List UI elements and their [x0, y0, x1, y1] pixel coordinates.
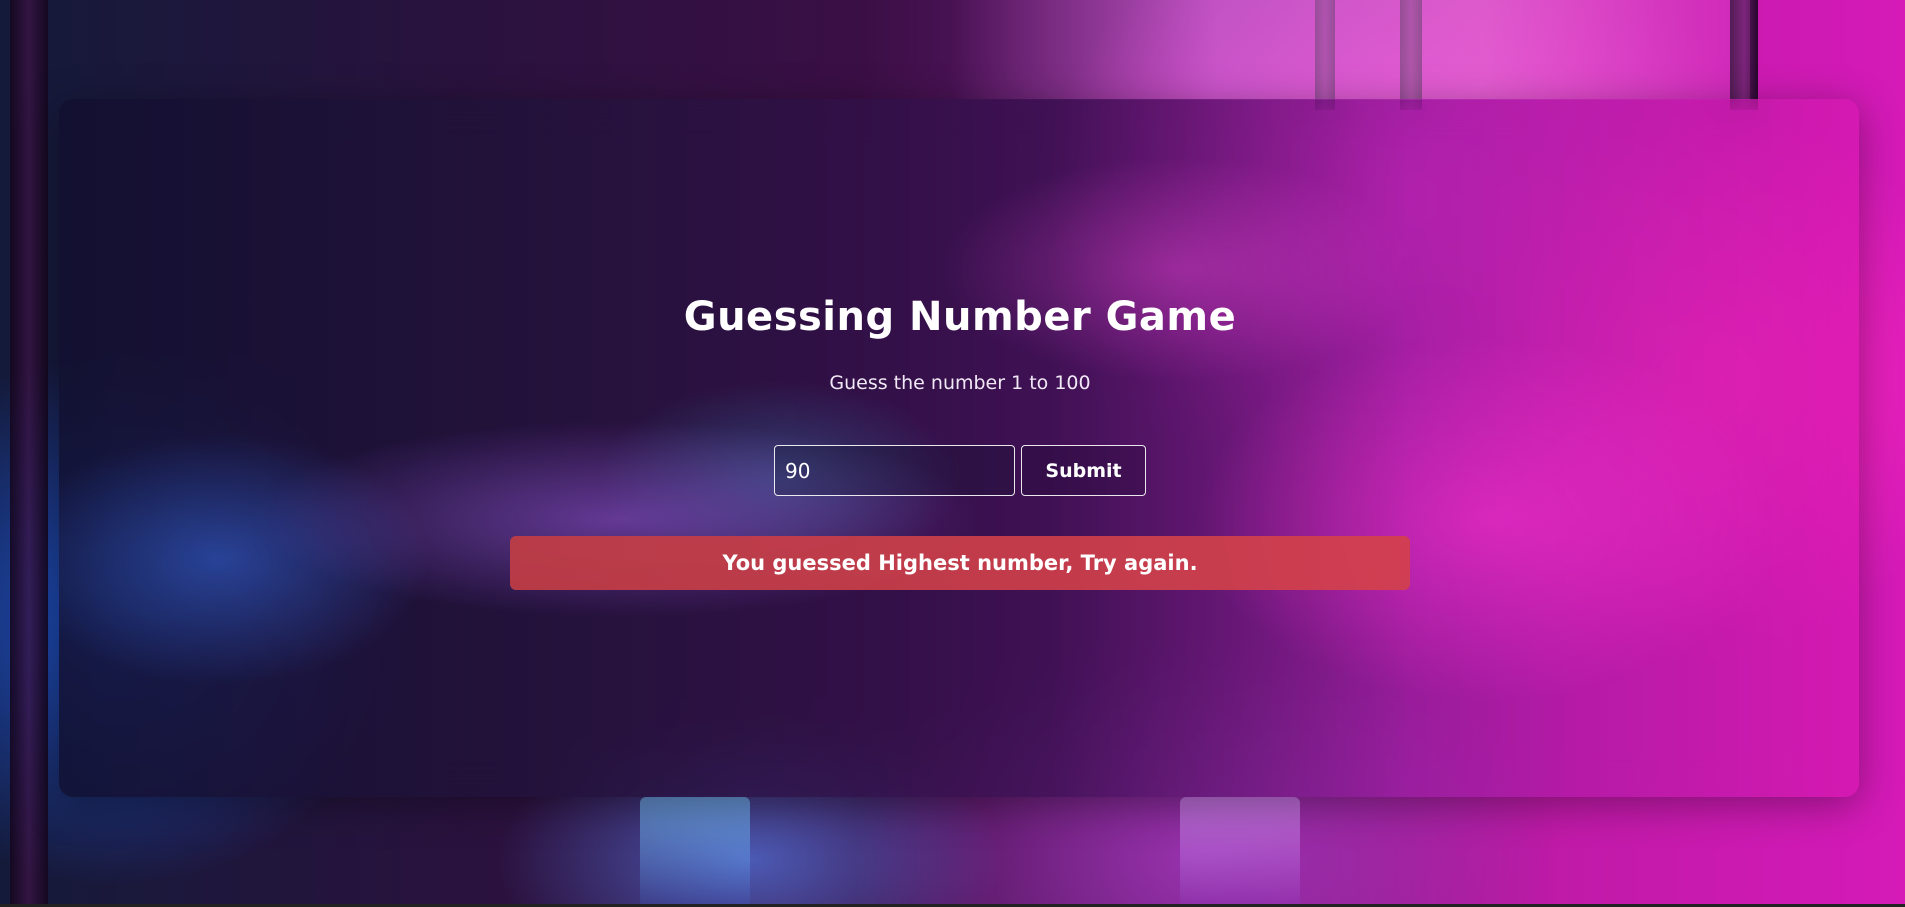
- feedback-message: You guessed Highest number, Try again.: [722, 551, 1198, 575]
- game-page: Guessing Number Game Guess the number 1 …: [0, 0, 1905, 907]
- feedback-alert: You guessed Highest number, Try again.: [510, 536, 1410, 590]
- submit-button[interactable]: Submit: [1021, 445, 1146, 496]
- game-content: Guessing Number Game Guess the number 1 …: [0, 0, 1905, 907]
- game-instructions: Guess the number 1 to 100: [829, 372, 1091, 394]
- guess-form: Submit: [774, 445, 1146, 496]
- guess-input[interactable]: [774, 445, 1015, 496]
- page-title: Guessing Number Game: [683, 294, 1237, 340]
